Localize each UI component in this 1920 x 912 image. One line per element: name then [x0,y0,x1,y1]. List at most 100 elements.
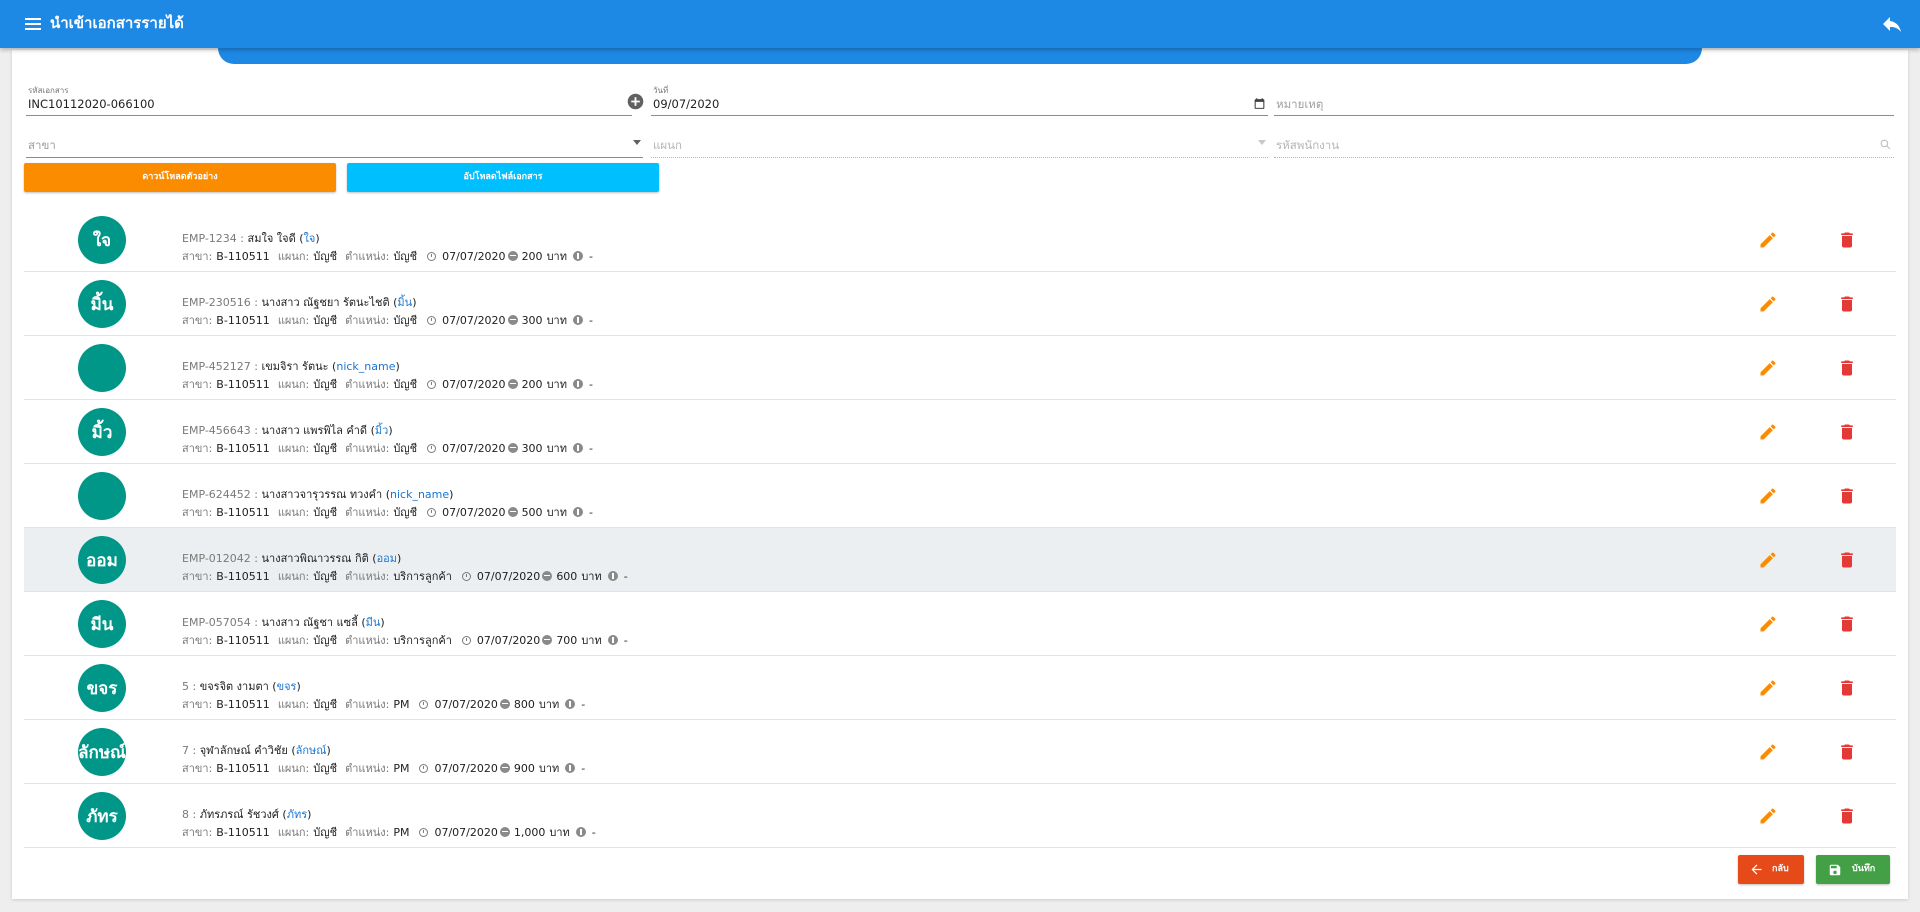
upload-file-button[interactable]: อัปโหลดไฟล์เอกสาร [347,163,659,192]
money-icon [507,315,518,325]
branch-label: สาขา: [182,826,213,839]
delete-icon[interactable] [1837,294,1857,314]
employee-name: สมใจ ใจดี [247,232,296,245]
department-label: แผนก: [277,570,310,583]
edit-icon[interactable] [1758,422,1778,442]
edit-icon[interactable] [1758,550,1778,570]
list-item[interactable]: มิ้น EMP-230516 : นางสาว ณัฐชยา รัตนะไชต… [24,272,1896,336]
currency-label: บาท [538,698,560,711]
edit-icon[interactable] [1758,230,1778,250]
delete-icon[interactable] [1837,550,1857,570]
employee-code: EMP-012042 [182,552,251,565]
list-item[interactable]: ลักษณ์ 7 : จุฬาลักษณ์ คำวิชัย (ลักษณ์) ส… [24,720,1896,784]
edit-icon[interactable] [1758,358,1778,378]
download-sample-button[interactable]: ดาวน์โหลดตัวอย่าง [24,163,336,192]
search-icon[interactable] [1879,138,1892,151]
delete-icon[interactable] [1837,742,1857,762]
position-label: ตำแหน่ง: [345,314,390,327]
clock-icon [461,635,471,645]
branch-select[interactable]: สาขา [26,126,643,158]
nick-close: ) [395,360,400,373]
amount-value: 900 [513,761,535,775]
remark-field[interactable]: หมายเหตุ [1274,84,1894,116]
amount-value: 200 [521,249,543,263]
employee-name: นางสาว ณัฐชา แซลี้ [261,616,358,629]
employee-title: 8 : ภัทรภรณ์ รัชวงศ์ (ภัทร) [182,805,311,823]
nick-close: ) [326,744,331,757]
reply-icon[interactable] [1880,12,1904,36]
edit-icon[interactable] [1758,486,1778,506]
list-item[interactable]: ออม EMP-012042 : นางสาวพิณาวรรณ กิติ (ออ… [24,528,1896,592]
employee-name: นางสาวจารุวรรณ ทวงคำ [261,488,383,501]
edit-icon[interactable] [1758,742,1778,762]
remark-placeholder: หมายเหตุ [1276,97,1324,111]
list-item[interactable]: EMP-624452 : นางสาวจารุวรรณ ทวงคำ (nick_… [24,464,1896,528]
back-label: กลับ [1772,864,1789,874]
department-select[interactable]: แผนก [651,126,1268,158]
employee-name: ขจรจิต งามตา [199,680,269,693]
money-icon [507,251,518,261]
avatar: ใจ [78,216,126,264]
position-label: ตำแหน่ง: [345,506,390,519]
avatar-text: ลักษณ์ [78,742,126,763]
note-value: - [588,505,593,519]
delete-icon[interactable] [1837,358,1857,378]
delete-icon[interactable] [1837,806,1857,826]
department-label: แผนก: [277,762,310,775]
save-label: บันทึก [1852,864,1876,874]
money-icon [507,507,518,517]
avatar: มิ้ว [78,408,126,456]
list-item[interactable]: มิ้ว EMP-456643 : นางสาว แพรพิไล คำดี (ม… [24,400,1896,464]
separator: : [254,296,262,309]
position-label: ตำแหน่ง: [345,762,390,775]
nick-close: ) [307,808,312,821]
nick-close: ) [388,424,393,437]
employee-code: EMP-456643 [182,424,251,437]
add-circle-icon[interactable] [627,93,644,110]
list-item[interactable]: ใจ EMP-1234 : สมใจ ใจดี (ใจ) สาขา: B-110… [24,208,1896,272]
employee-code-search[interactable]: รหัสพนักงาน [1274,126,1894,158]
save-button[interactable]: บันทึก [1816,855,1890,884]
department-label: แผนก: [277,826,310,839]
clock-icon [427,507,437,517]
edit-icon[interactable] [1758,806,1778,826]
employee-code: EMP-1234 [182,232,237,245]
list-item[interactable]: มีน EMP-057054 : นางสาว ณัฐชา แซลี้ (มีน… [24,592,1896,656]
delete-icon[interactable] [1837,678,1857,698]
note-value: - [581,761,586,775]
employee-nickname: มิ้น [397,296,413,309]
doc-no-field[interactable]: รหัสเอกสาร INC10112020-066100 [26,84,632,116]
edit-icon[interactable] [1758,614,1778,634]
list-item[interactable]: ขจร 5 : ขจรจิต งามตา (ขจร) สาขา: B-11051… [24,656,1896,720]
delete-icon[interactable] [1837,230,1857,250]
income-date: 07/07/2020 [442,505,506,519]
department-label: แผนก: [277,506,310,519]
employee-name: นางสาวพิณาวรรณ กิติ [261,552,369,565]
edit-icon[interactable] [1758,678,1778,698]
nick-close: ) [380,616,385,629]
employee-code: 8 [182,808,189,821]
avatar: ลักษณ์ [78,728,126,776]
date-label: วันที่ [653,86,669,95]
list-item[interactable]: ภัทร 8 : ภัทรภรณ์ รัชวงศ์ (ภัทร) สาขา: B… [24,784,1896,848]
amount-value: 600 [556,569,578,583]
currency-label: บาท [546,442,567,455]
employee-name: นางสาว แพรพิไล คำดี [261,424,368,437]
amount-value: 300 [521,313,543,327]
calendar-icon[interactable] [1253,97,1266,110]
income-date: 07/07/2020 [434,697,498,711]
list-item[interactable]: EMP-452127 : เขมจิรา รัตนะ (nick_name) ส… [24,336,1896,400]
delete-icon[interactable] [1837,486,1857,506]
income-date: 07/07/2020 [476,569,541,583]
avatar: ภัทร [78,792,126,840]
info-icon [572,507,583,517]
note-value: - [581,697,586,711]
date-field[interactable]: วันที่ 09/07/2020 [651,84,1268,116]
department-value: บัญชี [313,762,338,775]
employee-nickname: ภัทร [286,808,308,821]
delete-icon[interactable] [1837,422,1857,442]
delete-icon[interactable] [1837,614,1857,634]
back-button[interactable]: กลับ [1738,855,1804,884]
edit-icon[interactable] [1758,294,1778,314]
menu-icon[interactable] [25,17,41,31]
